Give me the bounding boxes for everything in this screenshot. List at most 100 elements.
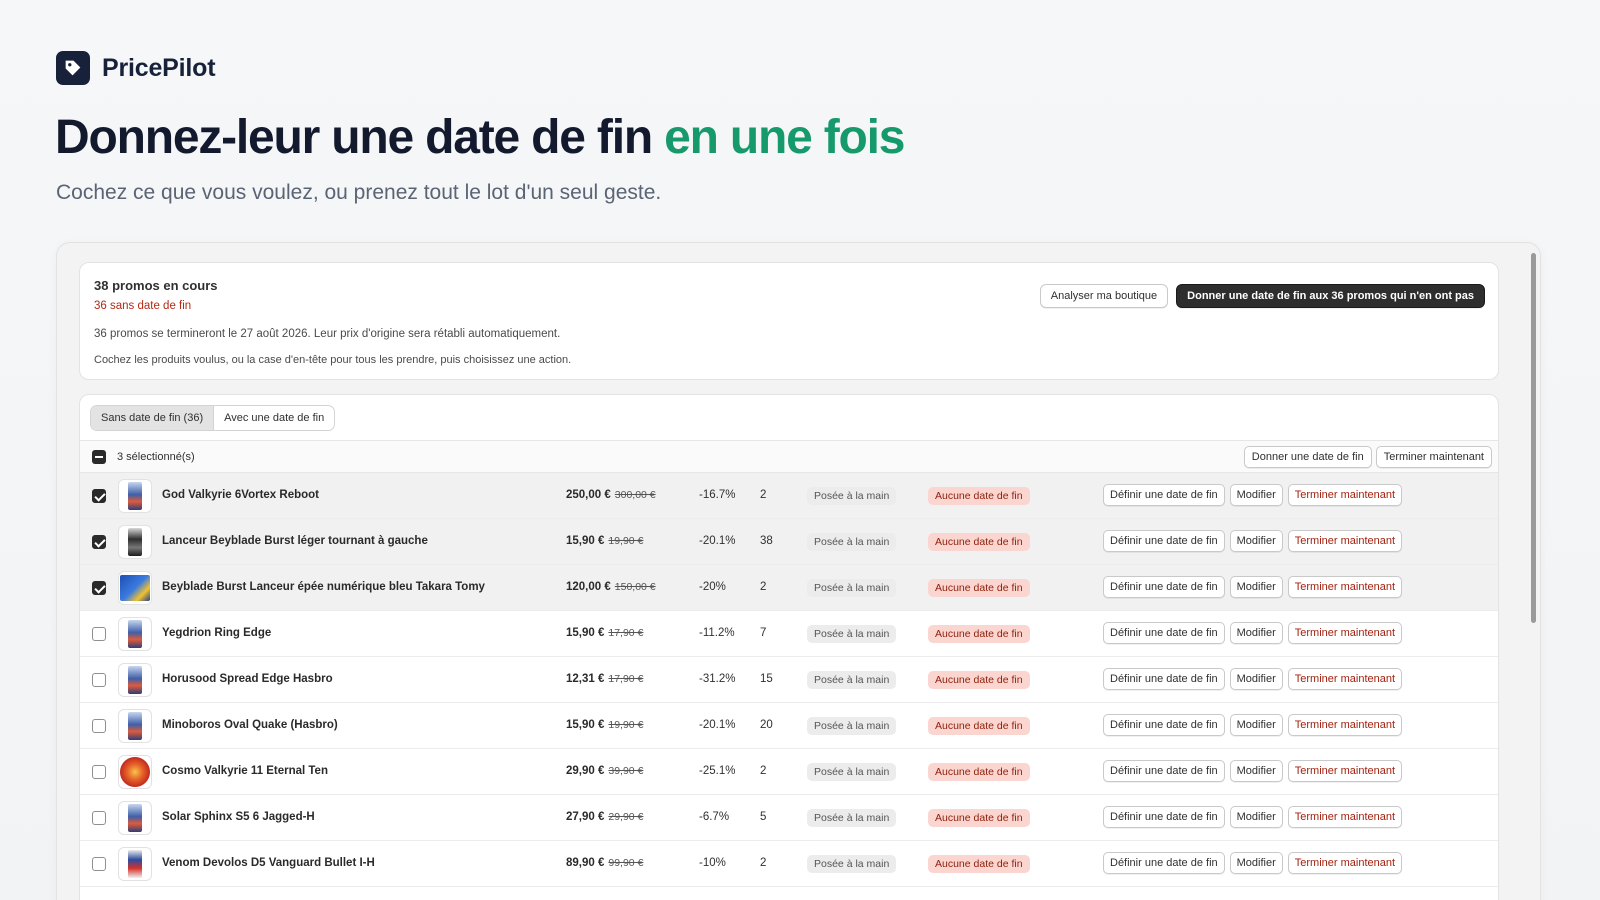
- original-price: 17,90 €: [608, 627, 644, 639]
- row-actions: Définir une date de fin Modifier Termine…: [1103, 806, 1403, 828]
- app-panel: 38 promos en cours 36 sans date de fin 3…: [56, 242, 1541, 900]
- bulk-end-now-button[interactable]: Terminer maintenant: [1375, 446, 1492, 468]
- set-end-date-button[interactable]: Définir une date de fin: [1103, 668, 1225, 690]
- product-price: 89,90 €99,90 €: [566, 857, 643, 869]
- discount-percent: -20.1%: [699, 535, 736, 547]
- edit-button[interactable]: Modifier: [1229, 530, 1283, 552]
- original-price: 19,90 €: [608, 719, 644, 731]
- bulk-actions: Donner une date de fin Terminer maintena…: [1243, 446, 1492, 468]
- select-all-checkbox[interactable]: [92, 450, 106, 464]
- edit-button[interactable]: Modifier: [1229, 668, 1283, 690]
- status-badge: Aucune date de fin: [928, 717, 1030, 735]
- bulk-set-end-date-button[interactable]: Donner une date de fin aux 36 promos qui…: [1176, 284, 1485, 308]
- row-checkbox[interactable]: [92, 581, 106, 595]
- row-checkbox[interactable]: [92, 489, 106, 503]
- discount-percent: -16.7%: [699, 489, 736, 501]
- sale-price: 89,90 €: [566, 857, 605, 869]
- scrollbar[interactable]: [1531, 253, 1536, 623]
- product-thumbnail: [118, 801, 152, 835]
- edit-button[interactable]: Modifier: [1229, 576, 1283, 598]
- product-name: Beyblade Burst Lanceur épée numérique bl…: [162, 581, 485, 593]
- tab-without-end-date[interactable]: Sans date de fin (36): [91, 406, 215, 430]
- row-checkbox[interactable]: [92, 765, 106, 779]
- source-badge: Posée à la main: [807, 855, 897, 873]
- tab-with-end-date[interactable]: Avec une date de fin: [214, 406, 334, 430]
- source-badge: Posée à la main: [807, 579, 897, 597]
- table-row: Minoboros Oval Quake (Hasbro) 15,90 €19,…: [80, 703, 1498, 749]
- end-now-button[interactable]: Terminer maintenant: [1287, 760, 1403, 782]
- source-badge: Posée à la main: [807, 625, 897, 643]
- original-price: 39,90 €: [608, 765, 644, 777]
- edit-button[interactable]: Modifier: [1229, 484, 1283, 506]
- product-name: Lanceur Beyblade Burst léger tournant à …: [162, 535, 428, 547]
- stock-quantity: 7: [760, 627, 767, 639]
- end-now-button[interactable]: Terminer maintenant: [1287, 714, 1403, 736]
- hero-subtitle: Cochez ce que vous voulez, ou prenez tou…: [56, 181, 662, 204]
- product-name: God Valkyrie 6Vortex Reboot: [162, 489, 320, 501]
- end-now-button[interactable]: Terminer maintenant: [1287, 852, 1403, 874]
- set-end-date-button[interactable]: Définir une date de fin: [1103, 714, 1225, 736]
- table-row: Solar Sphinx S5 6 Jagged-H 27,90 €29,90 …: [80, 795, 1498, 841]
- table-row: Venom Devolos D5 Vanguard Bullet I-H 89,…: [80, 841, 1498, 887]
- product-image: [128, 528, 142, 556]
- status-badge: Aucune date de fin: [928, 625, 1030, 643]
- status-badge: Aucune date de fin: [928, 855, 1030, 873]
- product-image: [128, 804, 142, 832]
- set-end-date-button[interactable]: Définir une date de fin: [1103, 484, 1225, 506]
- end-now-button[interactable]: Terminer maintenant: [1287, 806, 1403, 828]
- set-end-date-button[interactable]: Définir une date de fin: [1103, 760, 1225, 782]
- set-end-date-button[interactable]: Définir une date de fin: [1103, 806, 1225, 828]
- status-badge: Aucune date de fin: [928, 487, 1030, 505]
- source-badge: Posée à la main: [807, 671, 897, 689]
- tag-icon: [56, 51, 90, 85]
- end-now-button[interactable]: Terminer maintenant: [1287, 668, 1403, 690]
- end-now-button[interactable]: Terminer maintenant: [1287, 576, 1403, 598]
- product-thumbnail: [118, 479, 152, 513]
- row-checkbox[interactable]: [92, 719, 106, 733]
- end-now-button[interactable]: Terminer maintenant: [1287, 484, 1403, 506]
- sale-price: 15,90 €: [566, 627, 605, 639]
- end-now-button[interactable]: Terminer maintenant: [1287, 622, 1403, 644]
- edit-button[interactable]: Modifier: [1229, 622, 1283, 644]
- discount-percent: -10%: [699, 857, 726, 869]
- sale-price: 12,31 €: [566, 673, 605, 685]
- product-thumbnail: [118, 663, 152, 697]
- product-name: Yegdrion Ring Edge: [162, 627, 272, 639]
- discount-percent: -31.2%: [699, 673, 736, 685]
- product-price: 27,90 €29,90 €: [566, 811, 643, 823]
- row-actions: Définir une date de fin Modifier Termine…: [1103, 760, 1403, 782]
- product-image: [120, 757, 150, 787]
- row-checkbox[interactable]: [92, 811, 106, 825]
- edit-button[interactable]: Modifier: [1229, 806, 1283, 828]
- discount-percent: -25.1%: [699, 765, 736, 777]
- row-actions: Définir une date de fin Modifier Termine…: [1103, 576, 1403, 598]
- row-checkbox[interactable]: [92, 627, 106, 641]
- source-badge: Posée à la main: [807, 763, 897, 781]
- end-date-note: 36 promos se termineront le 27 août 2026…: [94, 328, 561, 340]
- row-checkbox[interactable]: [92, 535, 106, 549]
- set-end-date-button[interactable]: Définir une date de fin: [1103, 852, 1225, 874]
- set-end-date-button[interactable]: Définir une date de fin: [1103, 622, 1225, 644]
- brand-name: PricePilot: [102, 53, 216, 82]
- filter-tabs: Sans date de fin (36) Avec une date de f…: [90, 405, 336, 431]
- source-badge: Posée à la main: [807, 533, 897, 551]
- set-end-date-button[interactable]: Définir une date de fin: [1103, 530, 1225, 552]
- product-price: 15,90 €19,90 €: [566, 719, 643, 731]
- end-now-button[interactable]: Terminer maintenant: [1287, 530, 1403, 552]
- edit-button[interactable]: Modifier: [1229, 852, 1283, 874]
- stock-quantity: 15: [760, 673, 773, 685]
- edit-button[interactable]: Modifier: [1229, 760, 1283, 782]
- product-image: [128, 620, 142, 648]
- selected-count: 3 sélectionné(s): [117, 451, 195, 463]
- status-badge: Aucune date de fin: [928, 533, 1030, 551]
- set-end-date-button[interactable]: Définir une date de fin: [1103, 576, 1225, 598]
- product-thumbnail: [118, 755, 152, 789]
- product-image: [128, 482, 142, 510]
- analyze-shop-button[interactable]: Analyser ma boutique: [1039, 284, 1169, 308]
- stock-quantity: 2: [760, 489, 767, 501]
- row-checkbox[interactable]: [92, 673, 106, 687]
- row-checkbox[interactable]: [92, 857, 106, 871]
- edit-button[interactable]: Modifier: [1229, 714, 1283, 736]
- table-row: Horusood Spread Edge Hasbro 12,31 €17,90…: [80, 657, 1498, 703]
- bulk-set-end-button[interactable]: Donner une date de fin: [1243, 446, 1372, 468]
